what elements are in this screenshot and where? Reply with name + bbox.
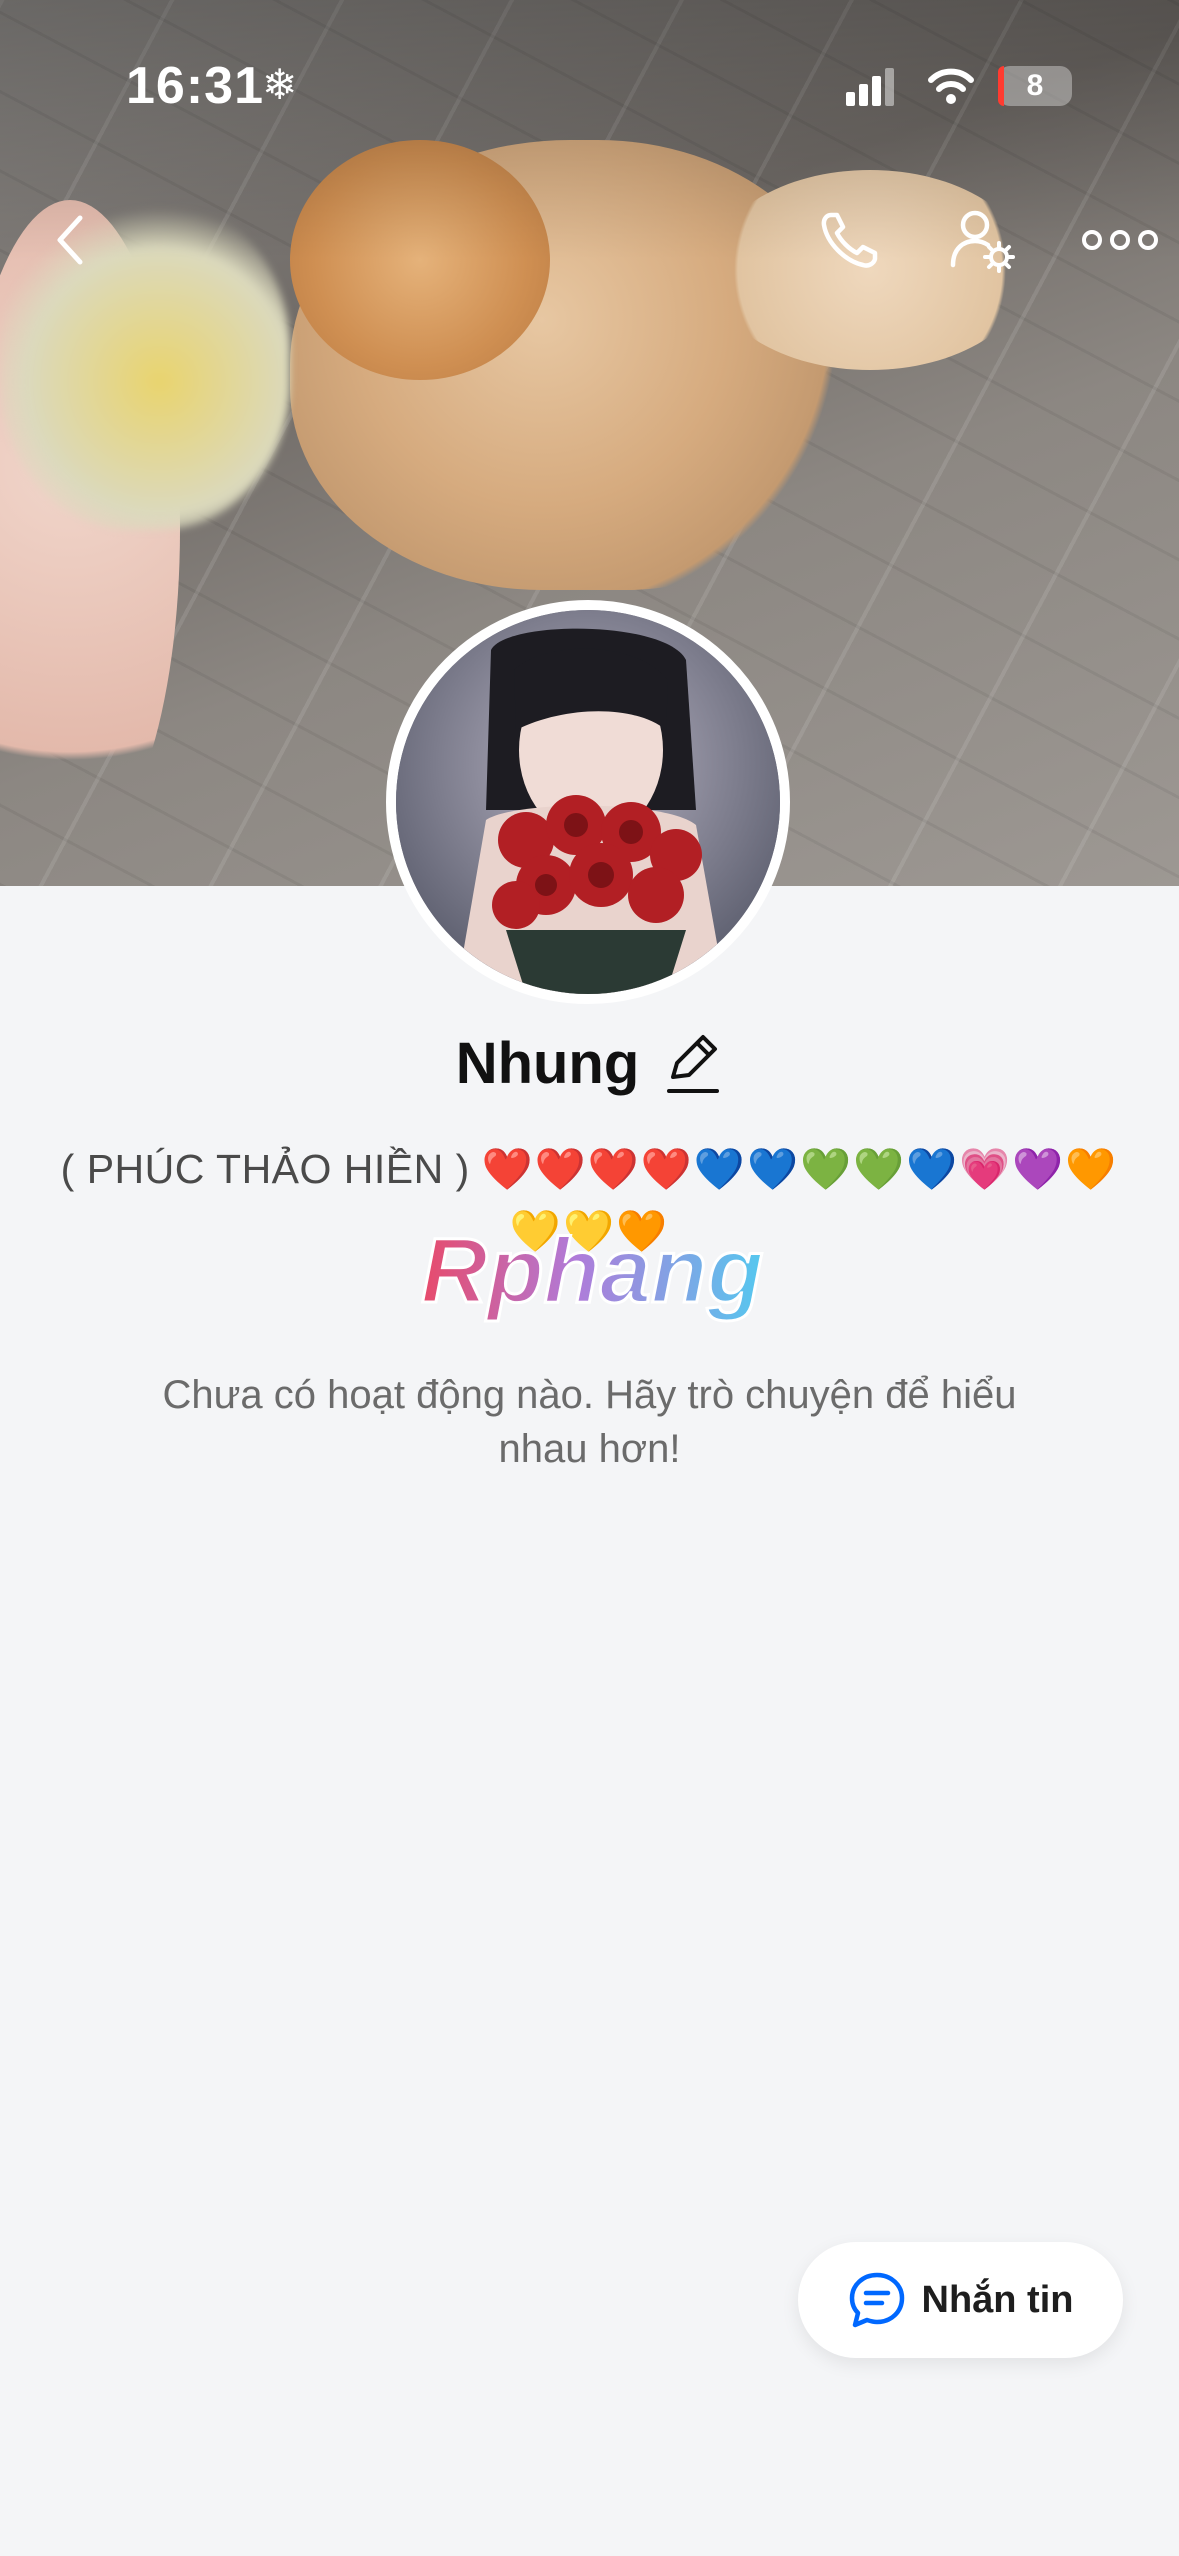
avatar[interactable]: [386, 600, 790, 1004]
battery-icon: 8: [998, 66, 1072, 106]
message-button[interactable]: Nhắn tin: [798, 2242, 1123, 2358]
bio-text: ( PHÚC THẢO HIỀN ): [60, 1146, 470, 1192]
watermark-logo: Rphang: [415, 1219, 765, 1340]
status-time: 16:31: [126, 57, 264, 115]
user-settings-icon: [950, 210, 1015, 273]
more-button[interactable]: [1075, 200, 1165, 280]
avatar-illustration: [396, 610, 780, 994]
more-dots-icon: [1082, 230, 1158, 250]
chat-bubble-icon: [849, 2272, 904, 2328]
name-row: Nhung: [0, 1030, 1179, 1097]
back-chevron-icon: [57, 215, 83, 265]
profile-name: Nhung: [455, 1031, 640, 1096]
empty-activity-message: Chưa có hoạt động nào. Hãy trò chuyện để…: [162, 1373, 1017, 1471]
battery-low-indicator: [998, 66, 1004, 106]
wifi-icon: [928, 66, 974, 106]
pencil-icon: [667, 1034, 720, 1093]
edit-name-button[interactable]: [663, 1031, 723, 1097]
watermark-text: Rphang: [421, 1220, 763, 1322]
back-button[interactable]: [30, 200, 110, 280]
message-button-label: Nhắn tin: [921, 2278, 1074, 2321]
phone-icon: [821, 212, 878, 268]
signal-icon: [846, 68, 898, 106]
battery-level: 8: [1026, 69, 1044, 102]
call-button[interactable]: [810, 200, 890, 280]
focus-mode-icon: ❄: [262, 61, 298, 108]
user-settings-button[interactable]: [942, 200, 1022, 280]
